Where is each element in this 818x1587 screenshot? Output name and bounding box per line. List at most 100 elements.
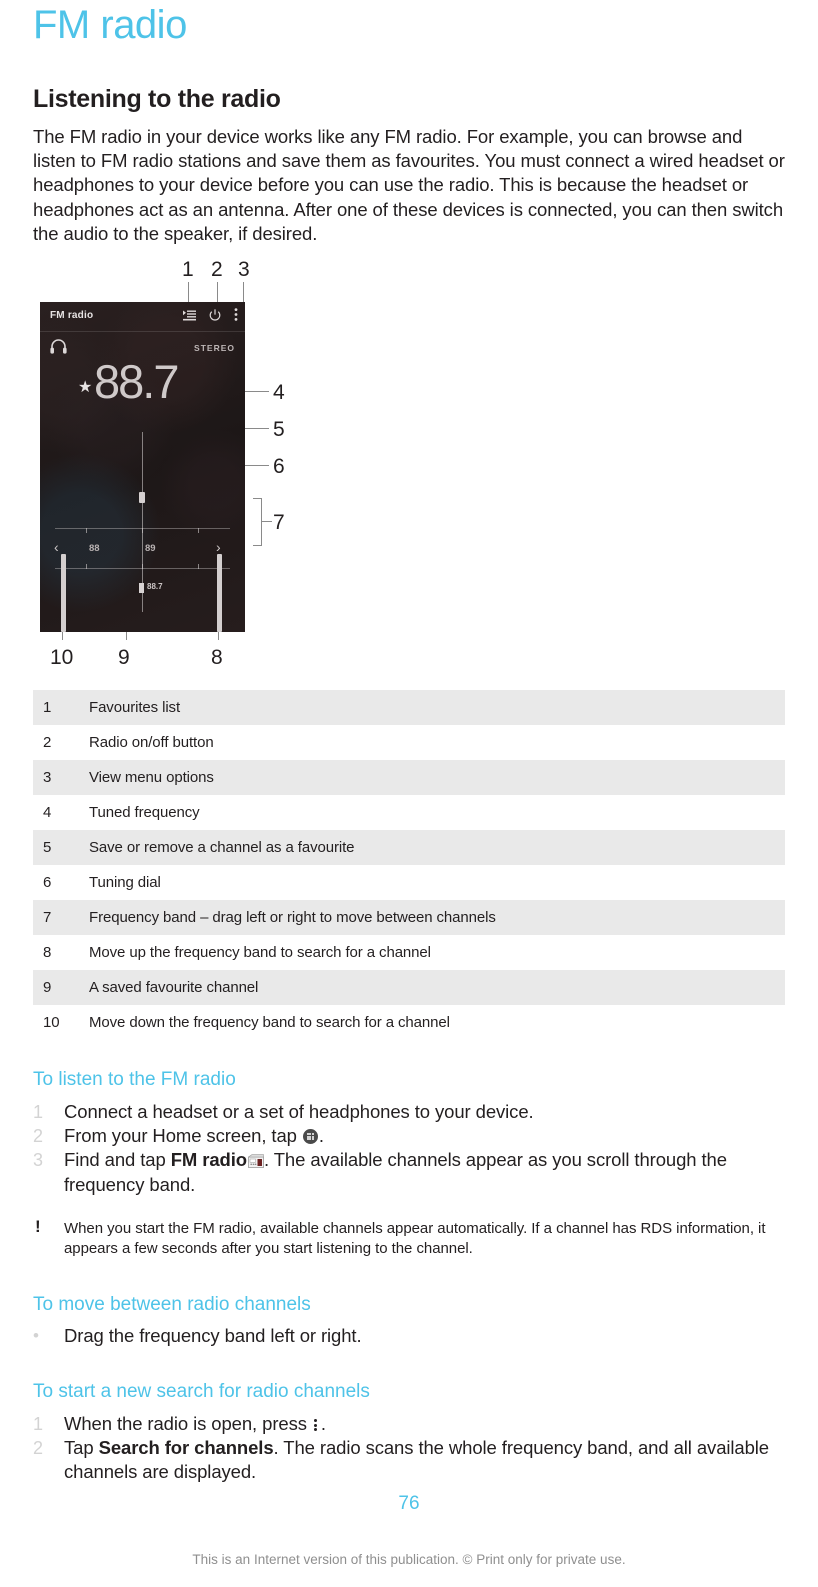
- phone-screen: FM radio STEREO 88.7 ★ 88 89 ‹ › 88.7: [40, 302, 245, 633]
- table-row: 1 Favourites list: [33, 690, 785, 726]
- stereo-label: STEREO: [194, 343, 235, 354]
- headphones-icon: [50, 339, 67, 359]
- callout-number-3: 3: [238, 258, 250, 282]
- table-row: 4 Tuned frequency: [33, 795, 785, 830]
- callout-number-6: 6: [273, 455, 285, 479]
- page-title: FM radio: [33, 3, 187, 47]
- legend-description: Tuned frequency: [89, 804, 200, 822]
- callout-number-7: 7: [273, 511, 285, 535]
- note-text: When you start the FM radio, available c…: [64, 1219, 766, 1257]
- callout-legend-table: 1 Favourites list 2 Radio on/off button …: [33, 690, 785, 1040]
- step-item: 2 From your Home screen, tap .: [33, 1124, 785, 1148]
- star-favourite-icon[interactable]: ★: [78, 380, 92, 396]
- legend-description: View menu options: [89, 769, 214, 787]
- legend-number: 8: [43, 944, 52, 962]
- footer-note: This is an Internet version of this publ…: [192, 1552, 626, 1567]
- sub-heading-to-move: To move between radio channels: [33, 1293, 311, 1315]
- band-tick: [142, 528, 143, 534]
- section-search: To start a new search for radio channels…: [33, 1380, 785, 1485]
- table-row: 8 Move up the frequency band to search f…: [33, 935, 785, 970]
- page-number: 76: [398, 1493, 420, 1514]
- legend-number: 6: [43, 874, 52, 892]
- leader-line-7-bottom: [253, 545, 262, 547]
- table-row: 7 Frequency band – drag left or right to…: [33, 900, 785, 936]
- power-icon[interactable]: [209, 308, 221, 326]
- step-marker: 1: [33, 1102, 43, 1123]
- legend-description: Tuning dial: [89, 874, 161, 892]
- table-row: 3 View menu options: [33, 760, 785, 796]
- callout-number-5: 5: [273, 418, 285, 442]
- seek-down-bar[interactable]: [61, 554, 66, 633]
- saved-favourite-marker[interactable]: [139, 583, 144, 594]
- steps-to-move: • Drag the frequency band left or right.: [33, 1324, 785, 1348]
- band-tick: [86, 564, 87, 570]
- step-text-after: .: [320, 1413, 326, 1435]
- step-item: 2 Tap Search for channels. The radio sca…: [33, 1436, 785, 1484]
- favourites-list-icon[interactable]: [183, 308, 196, 326]
- frequency-band[interactable]: 88 89 ‹ ›: [40, 522, 245, 576]
- chevron-right-icon[interactable]: ›: [216, 540, 221, 554]
- note-block: ! When you start the FM radio, available…: [33, 1217, 785, 1259]
- legend-description: Frequency band – drag left or right to m…: [89, 909, 496, 927]
- legend-description: Move down the frequency band to search f…: [89, 1014, 450, 1032]
- step-text-after: .: [318, 1125, 324, 1147]
- band-tick: [142, 564, 143, 570]
- leader-line-7: [261, 521, 272, 523]
- callout-number-4: 4: [273, 381, 285, 405]
- step-marker: 2: [33, 1126, 43, 1147]
- step-bold-label: FM radio: [170, 1149, 247, 1171]
- legend-description: A saved favourite channel: [89, 979, 259, 997]
- intro-paragraph: The FM radio in your device works like a…: [33, 126, 785, 244]
- overflow-menu-icon[interactable]: [313, 1417, 319, 1432]
- legend-description: Save or remove a channel as a favourite: [89, 839, 355, 857]
- phone-app-title: FM radio: [50, 310, 94, 322]
- band-tick: [86, 528, 87, 534]
- document-page: FM radio Listening to the radio The FM r…: [0, 0, 818, 1587]
- app-drawer-icon[interactable]: [302, 1129, 318, 1145]
- fm-radio-screenshot-illustration: 1 2 3 4 5 6 7 10 9 8 FM radio STEREO 88.…: [33, 258, 293, 678]
- chevron-left-icon[interactable]: ‹: [54, 540, 59, 554]
- band-label-88: 88: [89, 543, 100, 555]
- saved-favourite-label: 88.7: [147, 582, 163, 592]
- legend-number: 4: [43, 804, 52, 822]
- leader-line-3: [243, 282, 244, 305]
- legend-description: Radio on/off button: [89, 734, 214, 752]
- legend-number: 5: [43, 839, 52, 857]
- legend-number: 7: [43, 909, 52, 927]
- legend-description: Favourites list: [89, 699, 181, 717]
- table-row: 2 Radio on/off button: [33, 725, 785, 760]
- legend-number: 3: [43, 769, 52, 787]
- band-tick: [198, 528, 199, 534]
- step-marker: 3: [33, 1150, 43, 1171]
- legend-number: 2: [43, 734, 52, 752]
- leader-line-7-top: [253, 498, 262, 500]
- band-tick: [198, 564, 199, 570]
- callout-number-2: 2: [211, 258, 223, 282]
- table-row: 10 Move down the frequency band to searc…: [33, 1005, 785, 1040]
- callout-number-9: 9: [118, 646, 130, 670]
- tuning-dial-knob[interactable]: [139, 492, 145, 504]
- band-label-89: 89: [145, 543, 156, 555]
- table-row: 5 Save or remove a channel as a favourit…: [33, 830, 785, 866]
- overflow-menu-icon[interactable]: [234, 308, 238, 326]
- step-item: 1 When the radio is open, press .: [33, 1412, 785, 1436]
- step-text: Find and tap: [64, 1149, 171, 1171]
- step-item: 1 Connect a headset or a set of headphon…: [33, 1100, 785, 1124]
- sub-heading-to-listen: To listen to the FM radio: [33, 1069, 236, 1091]
- tuned-frequency-display: 88.7: [94, 355, 179, 409]
- sub-heading-to-search: To start a new search for radio channels: [33, 1381, 370, 1403]
- callout-number-10: 10: [50, 646, 74, 670]
- table-row: 6 Tuning dial: [33, 865, 785, 900]
- step-text: Drag the frequency band left or right.: [64, 1324, 362, 1346]
- legend-description: Move up the frequency band to search for…: [89, 944, 431, 962]
- leader-line-2: [217, 282, 218, 305]
- legend-number: 1: [43, 699, 52, 717]
- seek-up-bar[interactable]: [217, 554, 222, 633]
- phone-app-bar-icons: [183, 308, 238, 326]
- leader-line-7-bracket: [261, 498, 262, 547]
- step-text: When the radio is open, press: [64, 1413, 312, 1435]
- legend-number: 10: [43, 1014, 60, 1032]
- step-bold-label: Search for channels: [98, 1437, 274, 1459]
- step-text: From your Home screen, tap: [64, 1125, 302, 1147]
- fm-radio-app-icon[interactable]: [247, 1150, 264, 1169]
